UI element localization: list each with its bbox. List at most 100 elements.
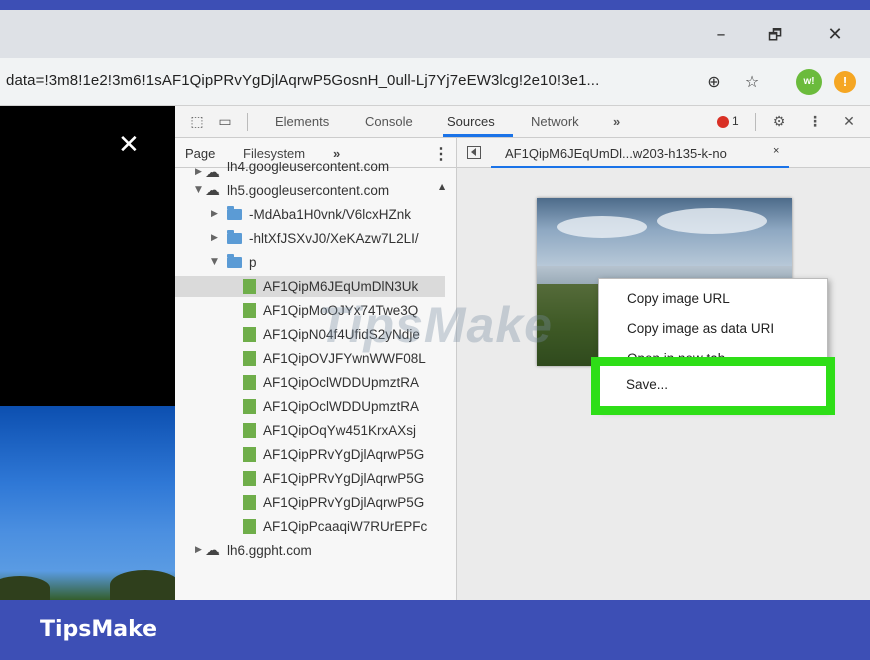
file-icon	[243, 279, 256, 294]
expand-arrow-icon[interactable]: ▶	[195, 540, 202, 561]
file-tab-label: AF1QipM6JEqUmDl...w203-h135-k-no	[505, 146, 727, 161]
tree-item-label: AF1QipOqYw451KrxAXsj	[263, 423, 417, 438]
toggle-navigator-icon[interactable]	[467, 146, 481, 159]
tree-item-label: -hltXfJSXvJ0/XeKAzw7L2LI/	[249, 231, 419, 246]
tree-item-label: AF1QipPcaaqiW7RUrEPFc	[263, 519, 428, 534]
collapse-arrow-icon[interactable]: ▼	[195, 180, 202, 201]
brand-top-strip	[0, 0, 870, 10]
tree-item-label: AF1QipM6JEqUmDlN3Uk	[263, 279, 419, 294]
error-count[interactable]: 1	[732, 114, 739, 128]
tree-item-domain[interactable]: ▶ ☁ lh6.ggpht.com	[175, 540, 445, 561]
toolbar-divider	[755, 113, 756, 131]
error-icon[interactable]	[717, 116, 729, 128]
tree-item-label: -MdAba1H0vnk/V6lcxHZnk	[249, 207, 412, 222]
sources-navigator: Page Filesystem » ⋮ ▲ ▶ ☁ lh4.googleuser…	[175, 138, 457, 600]
tab-sources[interactable]: Sources	[447, 114, 495, 129]
close-icon[interactable]: ✕	[118, 132, 140, 158]
file-icon	[243, 351, 256, 366]
devtools-toolbar: ⬚ ▭ Elements Console Sources Network » 1…	[175, 106, 870, 138]
editor-tabbar: AF1QipM6JEqUmDl...w203-h135-k-no ×	[457, 138, 870, 168]
file-icon	[243, 327, 256, 342]
settings-gear-icon[interactable]: ⚙	[769, 112, 789, 132]
menu-item-save[interactable]: Save...	[626, 377, 668, 392]
file-icon	[243, 423, 256, 438]
address-bar: data=!3m8!1e2!3m6!1sAF1QipPRvYgDjlAqrwP5…	[0, 58, 870, 106]
file-icon	[243, 375, 256, 390]
folder-icon	[227, 206, 242, 220]
tree-item-file[interactable]: AF1QipPRvYgDjlAqrwP5G	[175, 468, 445, 489]
tree-item-file[interactable]: AF1QipPRvYgDjlAqrwP5G	[175, 492, 445, 513]
tree-item-label: AF1QipOclWDDUpmztRA	[263, 375, 420, 390]
minimize-button[interactable]: –	[706, 20, 736, 50]
tree-item-file[interactable]: AF1QipOclWDDUpmztRA	[175, 372, 445, 393]
tab-filesystem[interactable]: Filesystem	[243, 146, 305, 161]
close-devtools-icon[interactable]: ✕	[839, 112, 859, 132]
expand-arrow-icon[interactable]: ▶	[211, 204, 218, 225]
tree-silhouette	[110, 570, 175, 600]
profile-alert-icon[interactable]: !	[834, 71, 856, 93]
brand-logo-text: TipsMake	[40, 617, 158, 642]
restore-button[interactable]: 🗗	[760, 20, 790, 50]
tree-item-label: lh6.ggpht.com	[227, 543, 312, 558]
file-icon	[243, 471, 256, 486]
tree-item-folder[interactable]: ▶ -hltXfJSXvJ0/XeKAzw7L2LI/	[175, 228, 445, 249]
more-tabs-button[interactable]: »	[613, 114, 620, 129]
expand-arrow-icon[interactable]: ▶	[211, 228, 218, 249]
preview-cloud	[557, 216, 647, 238]
tree-item-domain[interactable]: ▼ ☁ lh5.googleusercontent.com	[175, 180, 445, 201]
collapse-arrow-icon[interactable]: ▼	[211, 252, 218, 273]
tree-item-label: AF1QipPRvYgDjlAqrwP5G	[263, 495, 425, 510]
watermark: TipsMake	[318, 297, 553, 353]
preview-cloud	[657, 208, 767, 234]
page-viewport: ✕	[0, 106, 175, 600]
url-field[interactable]: data=!3m8!1e2!3m6!1sAF1QipPRvYgDjlAqrwP5…	[6, 72, 694, 94]
close-window-button[interactable]: ✕	[820, 20, 850, 50]
tree-item-label: p	[249, 255, 257, 270]
tree-item-file[interactable]: AF1QipOqYw451KrxAXsj	[175, 420, 445, 441]
menu-item-copy-image-data-uri[interactable]: Copy image as data URI	[627, 321, 774, 336]
folder-icon	[227, 230, 242, 244]
tree-item-label: AF1QipPRvYgDjlAqrwP5G	[263, 447, 425, 462]
tab-elements[interactable]: Elements	[275, 114, 329, 129]
add-circle-icon[interactable]: ⊕	[702, 70, 726, 94]
tree-item-file[interactable]: AF1QipOclWDDUpmztRA	[175, 396, 445, 417]
menu-item-copy-image-url[interactable]: Copy image URL	[627, 291, 730, 306]
tree-item-file[interactable]: AF1QipPRvYgDjlAqrwP5G	[175, 444, 445, 465]
page-background-image	[0, 406, 175, 600]
cloud-icon: ☁	[205, 181, 220, 199]
bookmark-star-icon[interactable]: ☆	[740, 70, 764, 94]
toolbar-divider	[247, 113, 248, 131]
tree-item-folder[interactable]: ▶ -MdAba1H0vnk/V6lcxHZnk	[175, 204, 445, 225]
tree-item-label: lh5.googleusercontent.com	[227, 183, 390, 198]
tree-item-folder[interactable]: ▼ p	[175, 252, 445, 273]
cloud-icon: ☁	[205, 541, 220, 559]
tree-item-file[interactable]: AF1QipM6JEqUmDlN3Uk	[175, 276, 445, 297]
tree-item-label: lh4.googleusercontent.com	[227, 162, 390, 174]
tree-item-label: AF1QipOclWDDUpmztRA	[263, 399, 420, 414]
file-icon	[243, 399, 256, 414]
file-icon	[243, 495, 256, 510]
extension-icon[interactable]: w!	[796, 69, 822, 95]
file-icon	[243, 303, 256, 318]
tab-page[interactable]: Page	[185, 146, 215, 161]
tab-console[interactable]: Console	[365, 114, 413, 129]
navigator-more-button[interactable]: »	[333, 146, 340, 161]
more-options-icon[interactable]: ⋮	[805, 112, 825, 132]
save-highlight: Save...	[591, 357, 835, 415]
inspect-element-icon[interactable]: ⬚	[187, 112, 207, 132]
window-titlebar: – 🗗 ✕	[0, 10, 870, 58]
navigator-menu-icon[interactable]: ⋮	[433, 144, 449, 164]
screenshot-frame: – 🗗 ✕ data=!3m8!1e2!3m6!1sAF1QipPRvYgDjl…	[0, 0, 870, 660]
device-toolbar-icon[interactable]: ▭	[215, 112, 235, 132]
tree-silhouette	[0, 576, 50, 600]
editor-file-tab[interactable]: AF1QipM6JEqUmDl...w203-h135-k-no ×	[491, 138, 789, 168]
tree-item-file[interactable]: AF1QipPcaaqiW7RUrEPFc	[175, 516, 445, 537]
file-icon	[243, 519, 256, 534]
folder-icon	[227, 254, 242, 268]
file-icon	[243, 447, 256, 462]
tree-item-label: AF1QipPRvYgDjlAqrwP5G	[263, 471, 425, 486]
tab-network[interactable]: Network	[531, 114, 579, 129]
brand-footer: TipsMake	[0, 600, 870, 660]
active-tab-indicator	[443, 134, 513, 137]
close-tab-icon[interactable]: ×	[773, 145, 779, 157]
